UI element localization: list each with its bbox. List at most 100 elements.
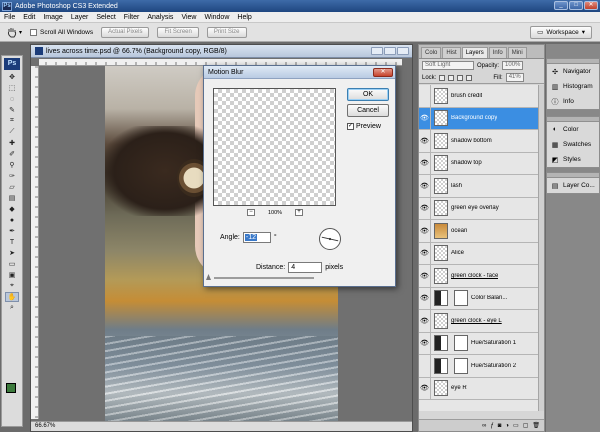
- tab-history[interactable]: Hist: [442, 47, 461, 58]
- notes-tool-icon[interactable]: ▣: [5, 270, 19, 280]
- angle-dial-icon[interactable]: [319, 228, 341, 250]
- maximize-button[interactable]: □: [569, 1, 583, 10]
- visibility-eye-icon[interactable]: 👁: [419, 332, 431, 354]
- layer-thumbnail[interactable]: [434, 380, 448, 397]
- layer-row[interactable]: 👁 green clock - face: [419, 265, 544, 288]
- visibility-eye-icon[interactable]: 👁: [419, 377, 431, 399]
- zoom-level[interactable]: 66.67%: [35, 423, 55, 429]
- vertical-ruler[interactable]: [31, 66, 39, 419]
- layer-row[interactable]: 👁 lash: [419, 175, 544, 198]
- dialog-close-button[interactable]: ✕: [373, 68, 393, 77]
- angle-input[interactable]: -12: [242, 232, 271, 243]
- visibility-eye-icon[interactable]: 👁: [419, 197, 431, 219]
- layer-thumbnail[interactable]: [434, 290, 448, 307]
- distance-input[interactable]: 4: [288, 262, 323, 273]
- fit-screen-button[interactable]: Fit Screen: [157, 26, 199, 38]
- layer-thumbnail[interactable]: [434, 200, 448, 217]
- dialog-title-bar[interactable]: Motion Blur ✕: [204, 66, 395, 79]
- layer-mask-thumbnail[interactable]: [454, 357, 468, 374]
- lock-transparency-icon[interactable]: [439, 74, 446, 81]
- foreground-color-swatch[interactable]: [6, 383, 16, 393]
- print-size-button[interactable]: Print Size: [206, 26, 247, 38]
- adjustment-layer-icon[interactable]: ◑: [505, 423, 509, 429]
- dock-item-styles[interactable]: ◩ Styles: [547, 152, 599, 167]
- dock-item-color[interactable]: ◐ Color: [547, 122, 599, 137]
- healing-tool-icon[interactable]: ✚: [5, 138, 19, 148]
- add-mask-icon[interactable]: ◙: [498, 423, 502, 429]
- new-group-icon[interactable]: ▭: [513, 422, 519, 429]
- scroll-all-windows-checkbox[interactable]: [30, 28, 38, 36]
- layers-scrollbar[interactable]: [538, 85, 544, 411]
- dock-item-info[interactable]: ⓘ Info: [547, 94, 599, 109]
- visibility-eye-icon[interactable]: 👁: [419, 152, 431, 174]
- document-minimize-button[interactable]: [371, 47, 383, 55]
- menu-window[interactable]: Window: [204, 14, 229, 21]
- menu-file[interactable]: File: [4, 14, 15, 21]
- layer-row[interactable]: brush credit: [419, 85, 544, 108]
- layer-row[interactable]: 👁 Color Balan...: [419, 287, 544, 310]
- zoom-out-button[interactable]: −: [247, 209, 255, 216]
- visibility-eye-icon[interactable]: 👁: [419, 107, 431, 129]
- lock-all-icon[interactable]: [466, 74, 473, 81]
- preview-toggle[interactable]: ✓ Preview: [347, 123, 381, 130]
- crop-tool-icon[interactable]: ⌗: [5, 116, 19, 126]
- workspace-button[interactable]: ▭ Workspace ▾: [530, 26, 592, 39]
- filter-preview[interactable]: [213, 88, 336, 206]
- blend-mode-select[interactable]: Soft Light: [422, 61, 474, 70]
- pen-tool-icon[interactable]: ✒: [5, 226, 19, 236]
- visibility-eye-icon[interactable]: [419, 85, 431, 107]
- menu-help[interactable]: Help: [237, 14, 251, 21]
- tool-preset-chevron-icon[interactable]: ▾: [19, 29, 22, 36]
- layer-thumbnail[interactable]: [434, 87, 448, 104]
- menu-view[interactable]: View: [181, 14, 196, 21]
- visibility-eye-icon[interactable]: 👁: [419, 287, 431, 309]
- layer-row[interactable]: 👁 Hue/Saturation 1: [419, 332, 544, 355]
- layer-thumbnail[interactable]: [434, 132, 448, 149]
- distance-slider-track[interactable]: [214, 277, 314, 279]
- marquee-tool-icon[interactable]: ⬚: [5, 83, 19, 93]
- dock-item-layer-comps[interactable]: ▤ Layer Co...: [547, 178, 599, 193]
- layer-row[interactable]: 👁 eye R: [419, 377, 544, 400]
- trash-icon[interactable]: 🗑: [532, 422, 540, 429]
- layer-thumbnail[interactable]: [434, 357, 448, 374]
- layer-mask-thumbnail[interactable]: [454, 290, 468, 307]
- actual-pixels-button[interactable]: Actual Pixels: [101, 26, 150, 38]
- zoom-tool-icon[interactable]: ⌕: [5, 303, 19, 313]
- tab-color[interactable]: Colo: [421, 47, 442, 58]
- dock-item-navigator[interactable]: ✣ Navigator: [547, 64, 599, 79]
- visibility-eye-icon[interactable]: 👁: [419, 220, 431, 242]
- dodge-tool-icon[interactable]: ●: [5, 215, 19, 225]
- brush-tool-icon[interactable]: ✐: [5, 149, 19, 159]
- move-tool-icon[interactable]: ✥: [5, 72, 19, 82]
- layer-thumbnail[interactable]: [434, 222, 448, 239]
- tab-info[interactable]: Info: [488, 47, 507, 58]
- visibility-eye-icon[interactable]: 👁: [419, 175, 431, 197]
- cancel-button[interactable]: Cancel: [347, 104, 389, 117]
- layer-row[interactable]: 👁 green clock - eye L: [419, 310, 544, 333]
- eraser-tool-icon[interactable]: ▱: [5, 182, 19, 192]
- menu-filter[interactable]: Filter: [124, 14, 140, 21]
- lock-image-icon[interactable]: [448, 74, 455, 81]
- layer-thumbnail[interactable]: [434, 267, 448, 284]
- shape-tool-icon[interactable]: ▭: [5, 259, 19, 269]
- zoom-in-button[interactable]: +: [294, 209, 303, 216]
- layer-thumbnail[interactable]: [434, 312, 448, 329]
- visibility-eye-icon[interactable]: 👁: [419, 130, 431, 152]
- gradient-tool-icon[interactable]: ▤: [5, 193, 19, 203]
- document-maximize-button[interactable]: [384, 47, 396, 55]
- visibility-eye-icon[interactable]: 👁: [419, 242, 431, 264]
- tab-layers[interactable]: Layers: [461, 47, 488, 58]
- new-layer-icon[interactable]: ▢: [523, 422, 529, 429]
- document-title-bar[interactable]: lives across time.psd @ 66.7% (Backgroun…: [31, 45, 412, 58]
- history-brush-tool-icon[interactable]: ✑: [5, 171, 19, 181]
- quick-select-tool-icon[interactable]: ✎: [5, 105, 19, 115]
- hand-tool-icon[interactable]: [6, 26, 18, 38]
- visibility-eye-icon[interactable]: 👁: [419, 310, 431, 332]
- distance-slider-thumb[interactable]: [206, 274, 211, 280]
- close-button[interactable]: ✕: [584, 1, 598, 10]
- document-close-button[interactable]: [397, 47, 409, 55]
- dock-item-swatches[interactable]: ▦ Swatches: [547, 137, 599, 152]
- layer-row[interactable]: 👁 Background copy: [419, 107, 544, 130]
- layer-row[interactable]: 👁 shadow bottom: [419, 130, 544, 153]
- type-tool-icon[interactable]: T: [5, 237, 19, 247]
